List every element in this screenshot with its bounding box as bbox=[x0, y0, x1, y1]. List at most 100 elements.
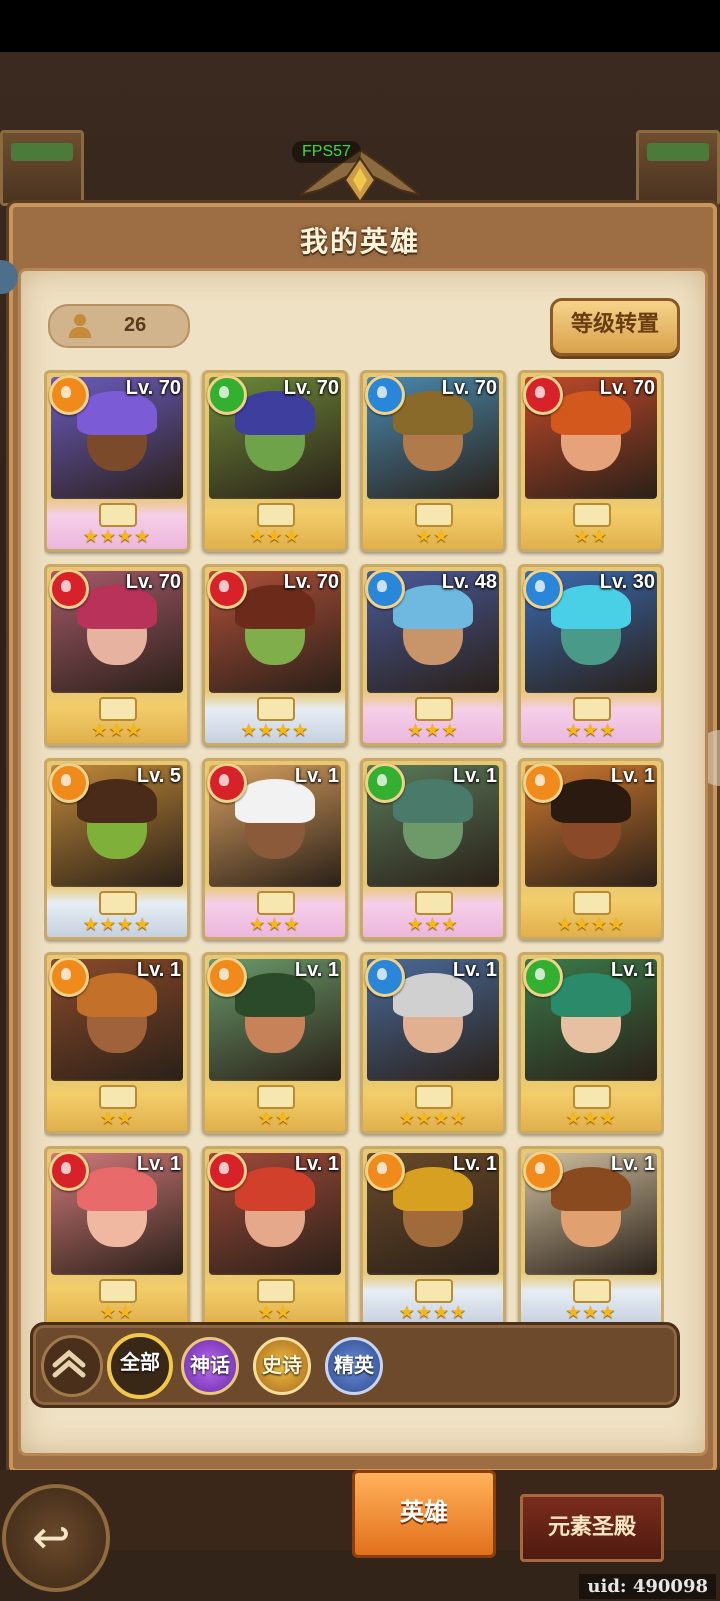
hero-level: Lv. 70 bbox=[125, 571, 181, 593]
star-rating: ★★★ bbox=[91, 720, 143, 740]
hero-card[interactable]: Lv. 1 ★★★ bbox=[518, 1146, 664, 1328]
status-bar bbox=[0, 0, 720, 52]
person-icon bbox=[69, 314, 91, 338]
hero-card[interactable]: Lv. 1 ★★ bbox=[44, 1146, 190, 1328]
star-rating: ★★★ bbox=[249, 526, 301, 546]
hero-level: Lv. 70 bbox=[441, 377, 497, 399]
crown-emblem-icon bbox=[415, 1279, 453, 1303]
hero-count-badge: 26 bbox=[48, 304, 190, 348]
crown-emblem-icon bbox=[257, 697, 295, 721]
fire-orange-element-icon bbox=[49, 763, 89, 803]
crown-emblem-icon bbox=[257, 503, 295, 527]
crown-emblem-icon bbox=[415, 1085, 453, 1109]
star-rating: ★★ bbox=[99, 1302, 135, 1322]
crown-emblem-icon bbox=[257, 891, 295, 915]
star-rating: ★★★★ bbox=[556, 914, 626, 934]
hero-level: Lv. 1 bbox=[136, 959, 181, 981]
star-rating: ★★★ bbox=[407, 720, 459, 740]
hero-card[interactable]: Lv. 1 ★★ bbox=[202, 952, 348, 1134]
hero-card[interactable]: Lv. 1 ★★ bbox=[202, 1146, 348, 1328]
hero-level: Lv. 1 bbox=[452, 1153, 497, 1175]
hero-level: Lv. 1 bbox=[136, 1153, 181, 1175]
nature-green-element-icon bbox=[365, 763, 405, 803]
hero-card[interactable]: Lv. 1 ★★★ bbox=[518, 952, 664, 1134]
star-rating: ★★★ bbox=[565, 720, 617, 740]
fire-red-element-icon bbox=[207, 763, 247, 803]
water-blue-element-icon bbox=[523, 569, 563, 609]
fire-orange-element-icon bbox=[207, 957, 247, 997]
hero-level: Lv. 70 bbox=[283, 571, 339, 593]
user-id-label: uid: 490098 bbox=[579, 1574, 716, 1599]
page-title: 我的英雄 bbox=[299, 226, 420, 257]
star-rating: ★★★ bbox=[407, 914, 459, 934]
hero-grid: Lv. 70 ★★★★ Lv. 70 ★★★ Lv. 70 ★★ Lv. 70 ★★ Lv. 7… bbox=[44, 370, 664, 1334]
hero-level: Lv. 30 bbox=[599, 571, 655, 593]
fire-orange-element-icon bbox=[49, 375, 89, 415]
fire-red-element-icon bbox=[49, 569, 89, 609]
back-arrow-icon: ↩ bbox=[32, 1511, 71, 1563]
star-rating: ★★★★ bbox=[398, 1108, 468, 1128]
tab-element-temple[interactable]: 元素圣殿 bbox=[520, 1494, 664, 1562]
fire-orange-element-icon bbox=[49, 957, 89, 997]
hero-card[interactable]: Lv. 1 ★★★ bbox=[202, 758, 348, 940]
filter-epic-button[interactable]: 史诗 bbox=[253, 1337, 311, 1395]
filter-elite-button[interactable]: 精英 bbox=[325, 1337, 383, 1395]
crown-emblem-icon bbox=[99, 1279, 137, 1303]
right-pillar-decoration bbox=[636, 130, 720, 206]
hero-card[interactable]: Lv. 70 ★★ bbox=[518, 370, 664, 552]
crown-emblem-icon bbox=[573, 1085, 611, 1109]
filter-myth-button[interactable]: 神话 bbox=[181, 1337, 239, 1395]
hero-level: Lv. 1 bbox=[452, 959, 497, 981]
tab-heroes[interactable]: 英雄 bbox=[352, 1470, 496, 1558]
water-blue-element-icon bbox=[365, 569, 405, 609]
level-transfer-button[interactable]: 等级转置 bbox=[550, 298, 680, 356]
hero-card[interactable]: Lv. 70 ★★★ bbox=[202, 370, 348, 552]
hero-card[interactable]: Lv. 1 ★★★★ bbox=[518, 758, 664, 940]
star-rating: ★★ bbox=[257, 1302, 293, 1322]
crown-emblem-icon bbox=[99, 697, 137, 721]
water-blue-element-icon bbox=[365, 375, 405, 415]
star-rating: ★★★★ bbox=[82, 526, 152, 546]
star-rating: ★★ bbox=[99, 1108, 135, 1128]
filter-bar: 全部 神话 史诗 精英 bbox=[30, 1322, 680, 1408]
nature-green-element-icon bbox=[207, 375, 247, 415]
water-blue-element-icon bbox=[365, 957, 405, 997]
star-rating: ★★ bbox=[415, 526, 451, 546]
star-rating: ★★★ bbox=[565, 1108, 617, 1128]
fire-orange-element-icon bbox=[523, 1151, 563, 1191]
fire-red-element-icon bbox=[523, 375, 563, 415]
hero-card[interactable]: Lv. 1 ★★★★ bbox=[360, 952, 506, 1134]
hero-level: Lv. 1 bbox=[294, 765, 339, 787]
hero-card[interactable]: Lv. 48 ★★★ bbox=[360, 564, 506, 746]
hero-card[interactable]: Lv. 1 ★★★★ bbox=[360, 1146, 506, 1328]
hero-card[interactable]: Lv. 70 ★★★★ bbox=[44, 370, 190, 552]
crown-emblem-icon bbox=[99, 891, 137, 915]
fire-red-element-icon bbox=[207, 569, 247, 609]
crown-emblem-icon bbox=[257, 1279, 295, 1303]
hero-level: Lv. 1 bbox=[452, 765, 497, 787]
nature-green-element-icon bbox=[523, 957, 563, 997]
left-pillar-decoration bbox=[0, 130, 84, 206]
star-rating: ★★ bbox=[573, 526, 609, 546]
hero-level: Lv. 70 bbox=[599, 377, 655, 399]
crown-emblem-icon bbox=[573, 503, 611, 527]
hero-card[interactable]: Lv. 30 ★★★ bbox=[518, 564, 664, 746]
crown-emblem-icon bbox=[415, 697, 453, 721]
hero-card[interactable]: Lv. 70 ★★★★ bbox=[202, 564, 348, 746]
fps-counter: FPS57 bbox=[292, 141, 361, 163]
star-rating: ★★★★ bbox=[82, 914, 152, 934]
hero-level: Lv. 70 bbox=[125, 377, 181, 399]
fire-red-element-icon bbox=[207, 1151, 247, 1191]
fire-orange-element-icon bbox=[523, 763, 563, 803]
hero-card[interactable]: Lv. 5 ★★★★ bbox=[44, 758, 190, 940]
double-chevron-up-icon[interactable] bbox=[41, 1335, 103, 1397]
hero-level: Lv. 48 bbox=[441, 571, 497, 593]
hero-card[interactable]: Lv. 70 ★★ bbox=[360, 370, 506, 552]
crown-emblem-icon bbox=[415, 891, 453, 915]
hero-card[interactable]: Lv. 70 ★★★ bbox=[44, 564, 190, 746]
hero-card[interactable]: Lv. 1 ★★ bbox=[44, 952, 190, 1134]
filter-all-button[interactable]: 全部 bbox=[107, 1333, 173, 1399]
hero-card[interactable]: Lv. 1 ★★★ bbox=[360, 758, 506, 940]
star-rating: ★★ bbox=[257, 1108, 293, 1128]
back-button[interactable]: ↩ bbox=[2, 1484, 110, 1592]
